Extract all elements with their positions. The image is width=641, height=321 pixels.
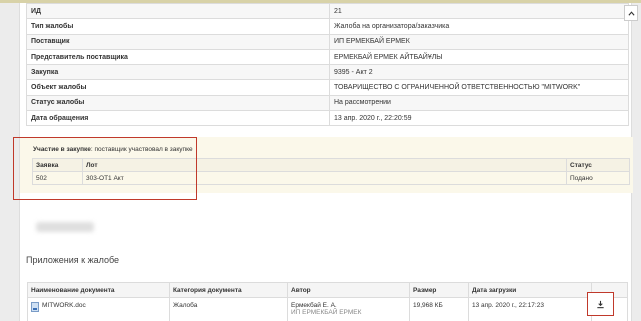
cell-size: 19,968 КБ [409,297,469,321]
info-row-object: Объект жалобы ТОВАРИЩЕСТВО С ОГРАНИЧЕННОЙ… [26,79,629,96]
info-row-representative: Представитель поставщика ЕРМЕКБАЙ ЕРМЕК А… [26,48,629,66]
column-header-date: Дата загрузки [468,282,592,298]
cell-date: 13 апр. 2020 г., 22:17:23 [468,297,592,321]
info-key: Поставщик [26,33,330,50]
document-link[interactable]: MITWORK.doc [31,302,86,312]
info-key: Статус жалобы [26,94,330,112]
info-key: Объект жалобы [26,79,330,96]
cell-status: Подано [566,171,630,185]
download-button[interactable] [587,292,614,316]
scroll-to-top-button[interactable] [624,5,638,21]
info-key: Тип жалобы [26,18,330,35]
info-value: 13 апр. 2020 г., 22:20:59 [329,110,629,127]
info-row-supplier: Поставщик ИП ЕРМЕКБАЙ ЕРМЕК [26,33,629,50]
author-organization: ИП ЕРМЕКБАЙ ЕРМЕК [291,309,362,316]
info-key: Представитель поставщика [26,48,330,66]
chevron-up-icon [627,10,635,16]
info-row-id: ИД 21 [26,2,629,20]
column-header-name: Наименование документа [27,282,170,298]
column-header-size: Размер [409,282,469,298]
attachment-row: MITWORK.doc Жалоба Ермекбай Е. А. ИП ЕРМ… [27,297,628,321]
attachments-title: Приложения к жалобе [26,255,120,265]
document-name: MITWORK.doc [42,302,86,309]
info-row-purchase: Закупка 9395 - Акт 2 [26,64,629,81]
info-value: 9395 - Акт 2 [329,64,629,81]
info-value: 21 [329,2,629,20]
file-icon [31,302,39,312]
author-name: Ермекбай Е. А. [291,302,337,309]
info-value: На рассмотрении [329,94,629,112]
cell-author: Ермекбай Е. А. ИП ЕРМЕКБАЙ ЕРМЕК [287,297,410,321]
info-value: ИП ЕРМЕКБАЙ ЕРМЕК [329,33,629,50]
download-icon [597,300,604,308]
info-key: Дата обращения [26,110,330,127]
info-row-date: Дата обращения 13 апр. 2020 г., 22:20:59 [26,110,629,127]
participation-highlight-frame [13,137,197,200]
cell-document-name: MITWORK.doc [27,297,170,321]
column-header-author: Автор [287,282,410,298]
column-header-status: Статус [566,158,630,172]
complaint-info-table: ИД 21 Тип жалобы Жалоба на организатора/за… [26,2,629,127]
info-key: Закупка [26,64,330,81]
column-header-category: Категория документа [169,282,288,298]
cell-category: Жалоба [169,297,288,321]
info-key: ИД [26,2,330,20]
info-value: ЕРМЕКБАЙ ЕРМЕК АЙТБАЙҰЛЫ [329,48,629,66]
info-value: Жалоба на организатора/заказчика [329,18,629,35]
attachments-header-row: Наименование документа Категория докумен… [27,282,628,298]
blurred-content [36,222,94,232]
info-row-status: Статус жалобы На рассмотрении [26,94,629,112]
attachments-table: Наименование документа Категория докумен… [27,282,628,321]
info-value: ТОВАРИЩЕСТВО С ОГРАНИЧЕННОЙ ОТВЕТСТВЕННО… [329,79,629,96]
info-row-type: Тип жалобы Жалоба на организатора/заказчи… [26,18,629,35]
